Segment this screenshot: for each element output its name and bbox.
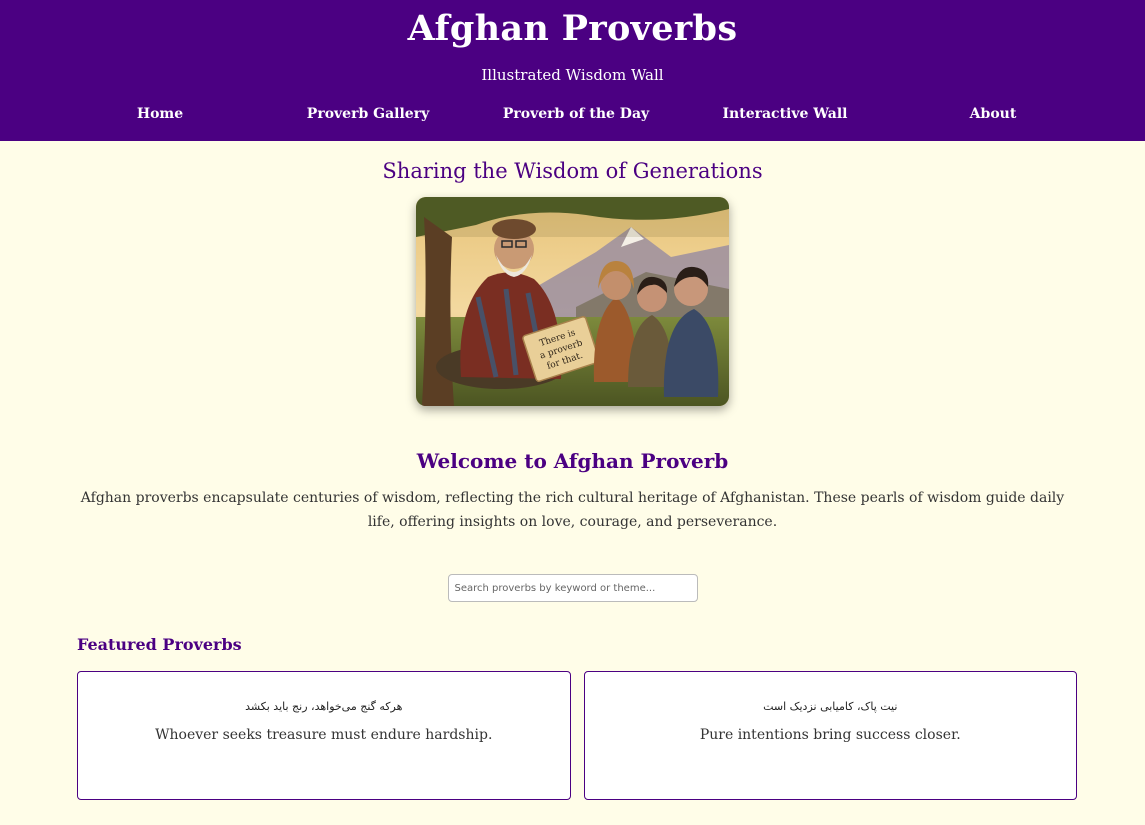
proverb-card[interactable]: هرکه گنج می‌خواهد، رنج باید بکشد Whoever…: [77, 671, 571, 800]
nav-interactive-wall[interactable]: Interactive Wall: [723, 106, 848, 122]
site-header: Afghan Proverbs Illustrated Wisdom Wall …: [0, 0, 1145, 141]
proverb-translation: Pure intentions bring success closer.: [699, 727, 961, 743]
featured-proverbs-title: Featured Proverbs: [77, 635, 242, 654]
proverb-translation: Whoever seeks treasure must endure hards…: [155, 727, 493, 743]
main-content: Sharing the Wisdom of Generations There …: [0, 157, 1145, 800]
nav-proverb-of-the-day[interactable]: Proverb of the Day: [503, 106, 649, 122]
main-nav: Home Proverb Gallery Proverb of the Day …: [0, 106, 1145, 128]
hero-illustration: There is a proverb for that.: [416, 197, 729, 406]
welcome-title: Welcome to Afghan Proverb: [416, 449, 729, 473]
nav-proverb-gallery[interactable]: Proverb Gallery: [307, 106, 429, 122]
site-subtitle: Illustrated Wisdom Wall: [481, 66, 664, 84]
nav-about[interactable]: About: [970, 106, 1017, 122]
proverb-original: نیت پاک، کامیابی نزدیک است: [763, 700, 898, 713]
proverb-original: هرکه گنج می‌خواهد، رنج باید بکشد: [245, 700, 403, 713]
proverb-card[interactable]: نیت پاک، کامیابی نزدیک است Pure intentio…: [583, 671, 1077, 800]
welcome-text: Afghan proverbs encapsulate centuries of…: [80, 490, 1065, 530]
site-title: Afghan Proverbs: [407, 8, 738, 49]
featured-proverbs-list: هرکه گنج می‌خواهد، رنج باید بکشد Whoever…: [77, 671, 1077, 800]
search-input[interactable]: [447, 574, 698, 602]
hero-heading: Sharing the Wisdom of Generations: [382, 159, 763, 183]
nav-home[interactable]: Home: [137, 106, 183, 122]
